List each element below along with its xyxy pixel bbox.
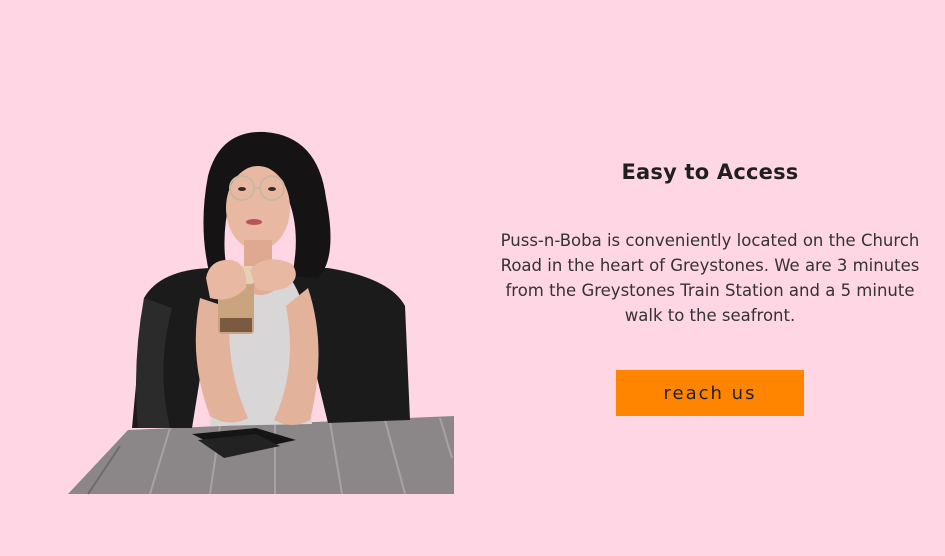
access-section: Easy to Access Puss-n-Boba is convenient… [0,0,945,556]
section-description: Puss-n-Boba is conveniently located on t… [500,231,920,325]
reach-us-button[interactable]: reach us [616,370,804,416]
access-info: Easy to Access Puss-n-Boba is convenient… [495,160,925,416]
woman-with-boba-photo [68,131,454,495]
section-heading: Easy to Access [621,160,799,184]
